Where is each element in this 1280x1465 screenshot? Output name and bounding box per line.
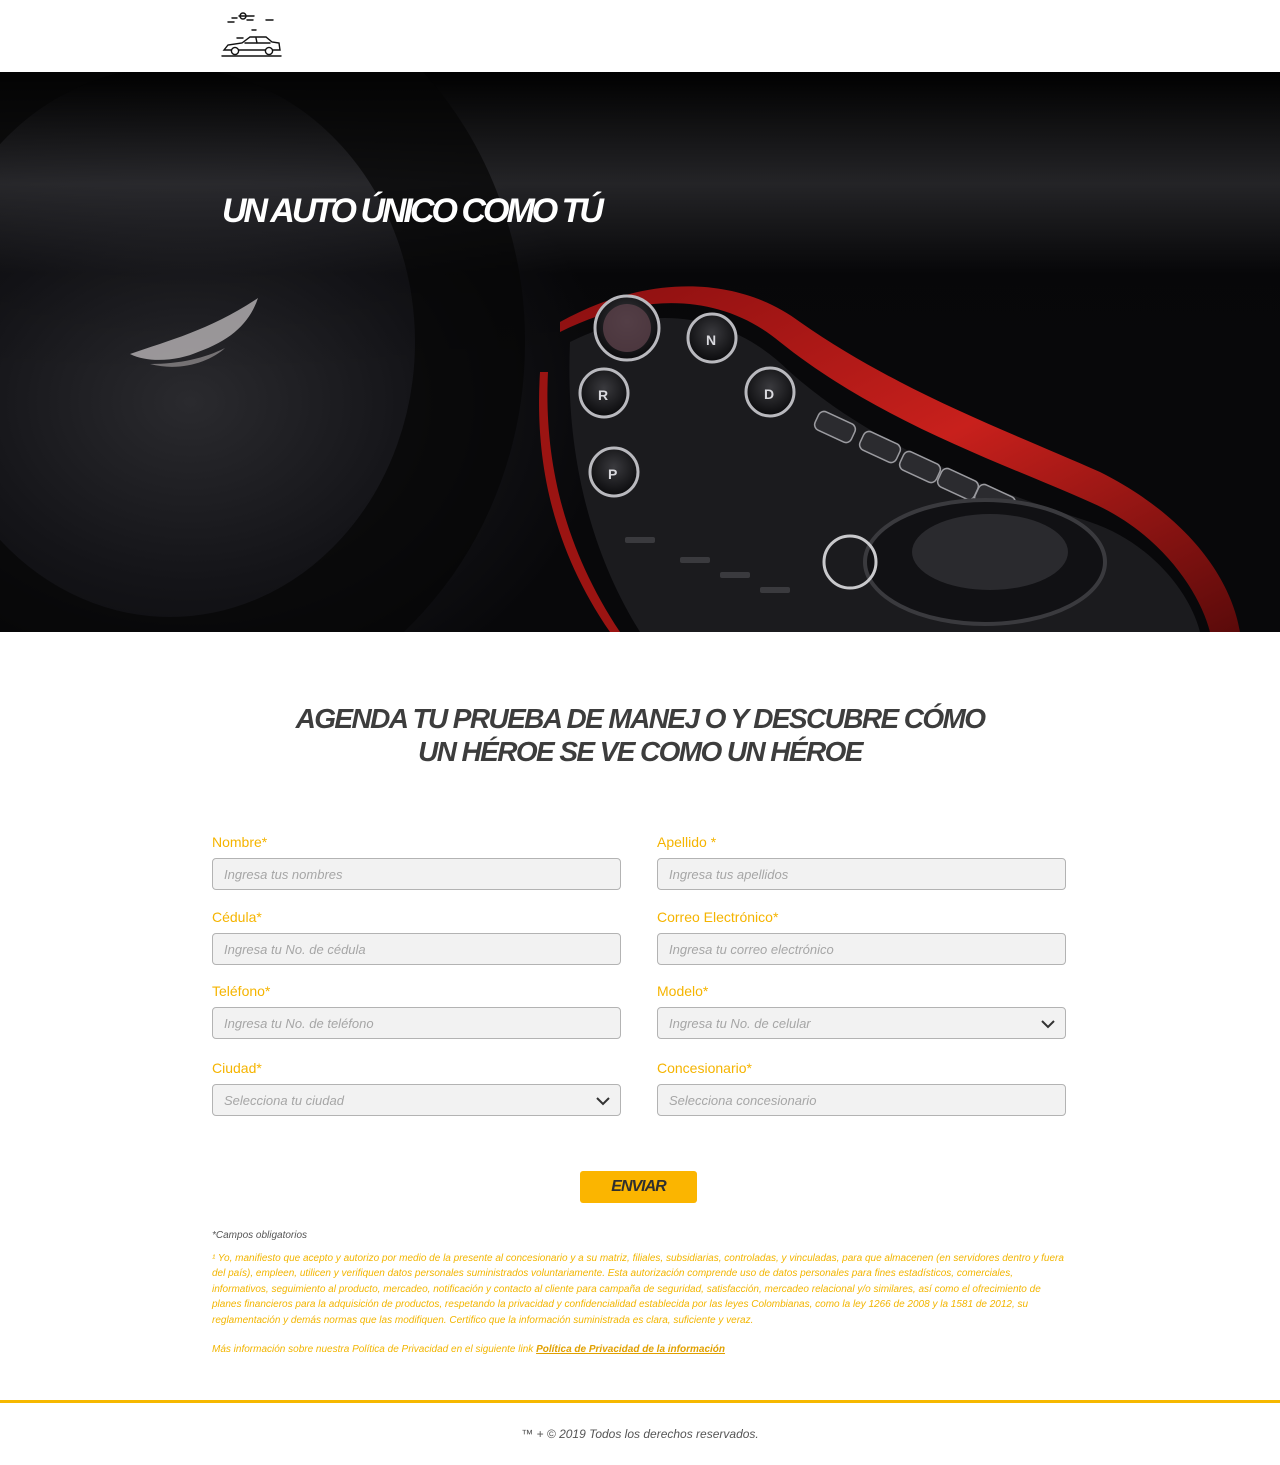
delorean-car-logo-icon[interactable] [220, 8, 282, 60]
svg-text:D: D [764, 386, 774, 402]
nombre-label: Nombre* [212, 834, 268, 850]
required-fields-note: *Campos obligatorios [212, 1230, 308, 1241]
site-header [0, 0, 1280, 73]
concesionario-field[interactable] [657, 1084, 1066, 1116]
chevron-down-icon [1041, 1020, 1055, 1029]
section-heading-line1: AGENDA TU PRUEBA DE MANEJ O Y DESCUBRE C… [295, 703, 986, 734]
telefono-label: Teléfono* [212, 983, 271, 999]
modelo-select[interactable]: Ingresa tu No. de celular [657, 1007, 1066, 1039]
section-heading: AGENDA TU PRUEBA DE MANEJ O Y DESCUBRE C… [0, 702, 1280, 768]
modelo-select-value: Ingresa tu No. de celular [669, 1015, 811, 1031]
privacy-prefix: Más información sobre nuestra Política d… [212, 1344, 534, 1355]
car-interior-image: N R D P [0, 72, 1240, 632]
telefono-field[interactable] [212, 1007, 621, 1039]
ciudad-label: Ciudad* [212, 1060, 262, 1076]
modelo-label: Modelo* [657, 983, 709, 999]
svg-text:N: N [706, 332, 716, 348]
footer-copyright: ™ + © 2019 Todos los derechos reservados… [521, 1427, 759, 1441]
footer-divider [0, 1400, 1280, 1403]
email-field[interactable] [657, 933, 1066, 965]
ciudad-select[interactable]: Selecciona tu ciudad [212, 1084, 621, 1116]
chevron-down-icon [596, 1097, 610, 1106]
nombre-field[interactable] [212, 858, 621, 890]
correo-label: Correo Electrónico* [657, 909, 779, 925]
concesionario-label: Concesionario* [657, 1060, 752, 1076]
cedula-field[interactable] [212, 933, 621, 965]
consent-text: ¹ Yo, manifiesto que acepto y autorizo p… [212, 1253, 1064, 1326]
privacy-policy-link[interactable]: Política de Privacidad de la información [536, 1344, 725, 1355]
cedula-label: Cédula* [212, 909, 262, 925]
submit-button[interactable]: ENVIAR [580, 1171, 697, 1203]
svg-text:R: R [598, 387, 608, 403]
ciudad-select-value: Selecciona tu ciudad [224, 1092, 344, 1108]
hero-banner: N R D P UN AUTO ÚNICO COMO TÚ [0, 72, 1280, 632]
apellido-field[interactable] [657, 858, 1066, 890]
privacy-info: Más información sobre nuestra Política d… [212, 1344, 725, 1355]
section-heading-line2: UN HÉROE SE VE COMO UN HÉROE [418, 736, 863, 767]
hero-title: UN AUTO ÚNICO COMO TÚ [222, 192, 604, 230]
svg-text:P: P [608, 466, 617, 482]
apellido-label: Apellido * [657, 834, 717, 850]
